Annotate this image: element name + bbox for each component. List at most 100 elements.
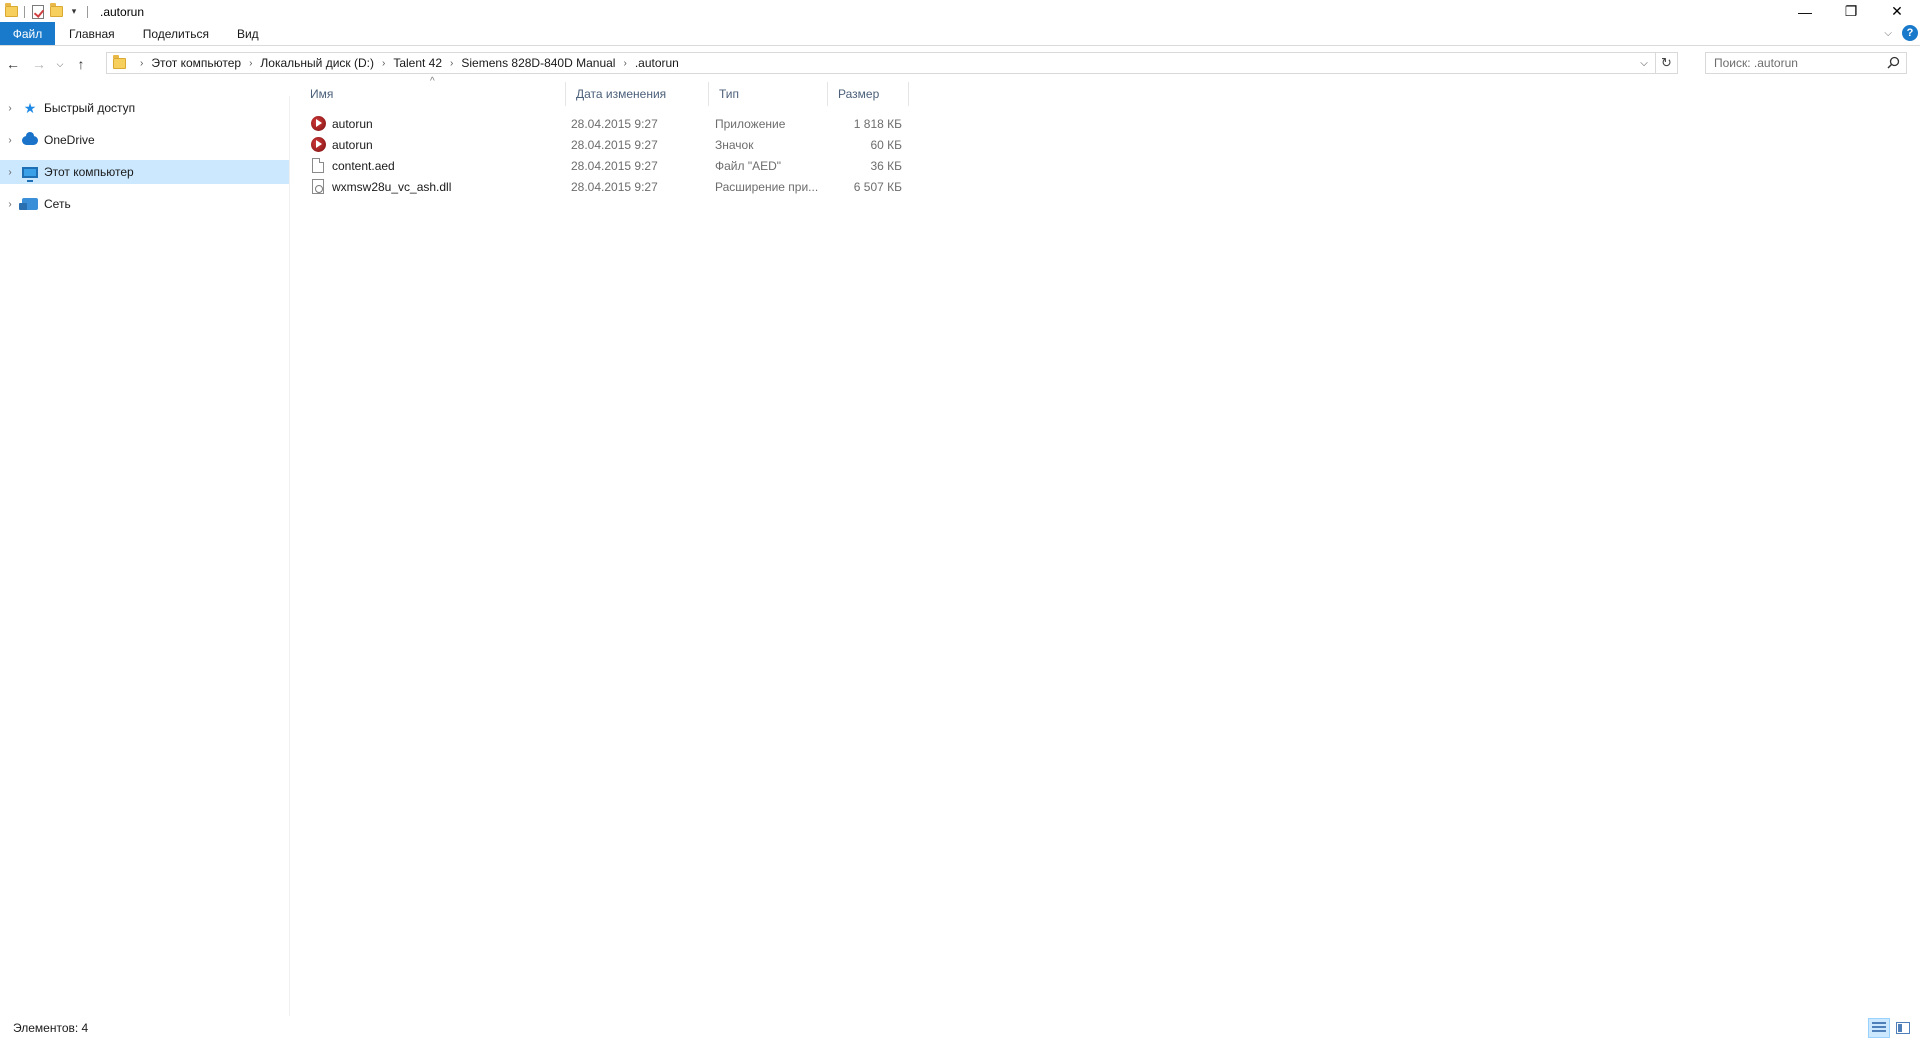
column-header-type[interactable]: Тип [709, 82, 828, 106]
chevron-down-icon: ⌵ [56, 58, 64, 69]
sidebar-item-this-pc[interactable]: › Этот компьютер [0, 160, 289, 184]
file-name: wxmsw28u_vc_ash.dll [332, 179, 452, 194]
recent-locations-button[interactable]: ⌵ [52, 52, 68, 76]
application-icon [310, 137, 326, 153]
ribbon-right-controls: ⌵ ? [1884, 25, 1918, 41]
cloud-icon [20, 131, 40, 148]
sidebar-item-label: Этот компьютер [44, 165, 134, 179]
window-title: .autorun [100, 4, 145, 19]
dll-icon [310, 179, 326, 195]
details-view-button[interactable] [1868, 1018, 1890, 1038]
sidebar-item-label: OneDrive [44, 133, 95, 147]
tab-share[interactable]: Поделиться [129, 22, 223, 45]
back-button[interactable]: ← [0, 52, 26, 76]
chevron-right-icon[interactable]: › [249, 58, 252, 69]
chevron-right-icon[interactable]: › [382, 58, 385, 69]
up-button[interactable]: ↑ [68, 52, 94, 76]
breadcrumb-item-talent[interactable]: Talent 42 [393, 56, 442, 70]
arrow-right-icon: → [32, 56, 46, 72]
column-header-date[interactable]: Дата изменения [566, 82, 709, 106]
details-view-icon [1872, 1022, 1886, 1034]
minimize-button[interactable]: — [1782, 0, 1828, 23]
file-name: autorun [332, 116, 373, 131]
large-icons-view-icon [1896, 1022, 1910, 1034]
breadcrumb-item-autorun[interactable]: .autorun [635, 56, 679, 70]
file-date: 28.04.2015 9:27 [571, 179, 658, 194]
column-header-size[interactable]: Размер [828, 82, 909, 106]
new-folder-icon [49, 3, 63, 17]
table-row[interactable]: autorun 28.04.2015 9:27 Значок 60 КБ [300, 134, 910, 155]
navigation-pane: › ★ Быстрый доступ › OneDrive › Этот ком… [0, 96, 290, 1016]
table-row[interactable]: content.aed 28.04.2015 9:27 Файл "AED" 3… [300, 155, 910, 176]
quick-access-toolbar: ▾ [0, 0, 92, 23]
search-input[interactable]: Поиск: .autorun [1705, 52, 1907, 74]
chevron-right-icon[interactable]: › [0, 167, 20, 178]
chevron-right-icon[interactable]: › [450, 58, 453, 69]
arrow-left-icon: ← [6, 56, 20, 72]
table-row[interactable]: autorun 28.04.2015 9:27 Приложение 1 818… [300, 113, 910, 134]
file-name-cell: content.aed [310, 155, 395, 176]
sidebar-item-quick-access[interactable]: › ★ Быстрый доступ [0, 96, 289, 120]
breadcrumb-item-manual[interactable]: Siemens 828D-840D Manual [461, 56, 615, 70]
breadcrumb-item-this-pc[interactable]: Этот компьютер [151, 56, 241, 70]
folder-icon [2, 2, 20, 22]
table-row[interactable]: wxmsw28u_vc_ash.dll 28.04.2015 9:27 Расш… [300, 176, 910, 197]
toolbar-divider [87, 5, 88, 18]
tab-view[interactable]: Вид [223, 22, 273, 45]
file-name: autorun [332, 137, 373, 152]
chevron-right-icon[interactable]: › [0, 199, 20, 210]
toolbar-divider [24, 5, 25, 18]
address-history-button[interactable]: ⌵ [1635, 53, 1653, 73]
star-icon: ★ [23, 99, 37, 116]
title-bar: ▾ .autorun — ❐ ✕ [0, 0, 1920, 23]
view-switcher [1868, 1018, 1914, 1038]
column-headers: ^ Имя Дата изменения Тип Размер [300, 76, 1920, 106]
chevron-right-icon[interactable]: › [0, 103, 20, 114]
file-size: 1 818 КБ [853, 116, 902, 131]
tab-file[interactable]: Файл [0, 22, 55, 45]
refresh-button[interactable]: ↻ [1655, 53, 1677, 73]
chevron-right-icon[interactable]: › [0, 135, 20, 146]
file-type: Расширение при... [715, 179, 819, 194]
tab-home[interactable]: Главная [55, 22, 129, 45]
breadcrumb-item-local-disk[interactable]: Локальный диск (D:) [260, 56, 374, 70]
forward-button[interactable]: → [26, 52, 52, 76]
search-placeholder: Поиск: .autorun [1714, 56, 1798, 70]
help-icon[interactable]: ? [1902, 25, 1918, 41]
column-header-name[interactable]: Имя [300, 82, 566, 106]
column-header-label: Размер [838, 87, 880, 101]
sidebar-item-onedrive[interactable]: › OneDrive [0, 128, 289, 152]
close-button[interactable]: ✕ [1874, 0, 1920, 23]
address-bar[interactable]: › Этот компьютер › Локальный диск (D:) ›… [106, 52, 1678, 74]
file-date: 28.04.2015 9:27 [571, 158, 658, 173]
file-list: ^ Имя Дата изменения Тип Размер autorun … [300, 76, 1920, 194]
large-icons-view-button[interactable] [1892, 1018, 1914, 1038]
document-icon [310, 158, 326, 174]
column-header-label: Имя [310, 87, 334, 101]
column-header-label: Дата изменения [576, 87, 667, 101]
file-size: 60 КБ [870, 137, 902, 152]
new-folder-button[interactable] [47, 2, 65, 22]
sidebar-item-network[interactable]: › Сеть [0, 192, 289, 216]
file-name-cell: autorun [310, 134, 373, 155]
chevron-right-icon[interactable]: › [623, 58, 626, 69]
properties-icon [32, 4, 44, 19]
expand-ribbon-button[interactable]: ⌵ [1884, 28, 1892, 39]
window-controls: — ❐ ✕ [1782, 0, 1920, 23]
chevron-right-icon: › [140, 57, 144, 69]
arrow-up-icon: ↑ [77, 56, 85, 72]
file-size: 6 507 КБ [853, 179, 902, 194]
customize-toolbar-button[interactable]: ▾ [65, 2, 83, 22]
item-count: Элементов: 4 [13, 1021, 89, 1035]
status-bar: Элементов: 4 [0, 1016, 1920, 1040]
file-type: Приложение [715, 116, 786, 131]
file-size: 36 КБ [870, 158, 902, 173]
properties-button[interactable] [29, 2, 47, 22]
sidebar-item-label: Сеть [44, 197, 71, 211]
network-icon [19, 196, 40, 212]
maximize-button[interactable]: ❐ [1828, 0, 1874, 23]
breadcrumb: › Этот компьютер › Локальный диск (D:) ›… [132, 56, 679, 70]
chevron-down-icon: ⌵ [1640, 57, 1648, 69]
column-header-label: Тип [719, 87, 740, 101]
file-type: Значок [715, 137, 754, 152]
